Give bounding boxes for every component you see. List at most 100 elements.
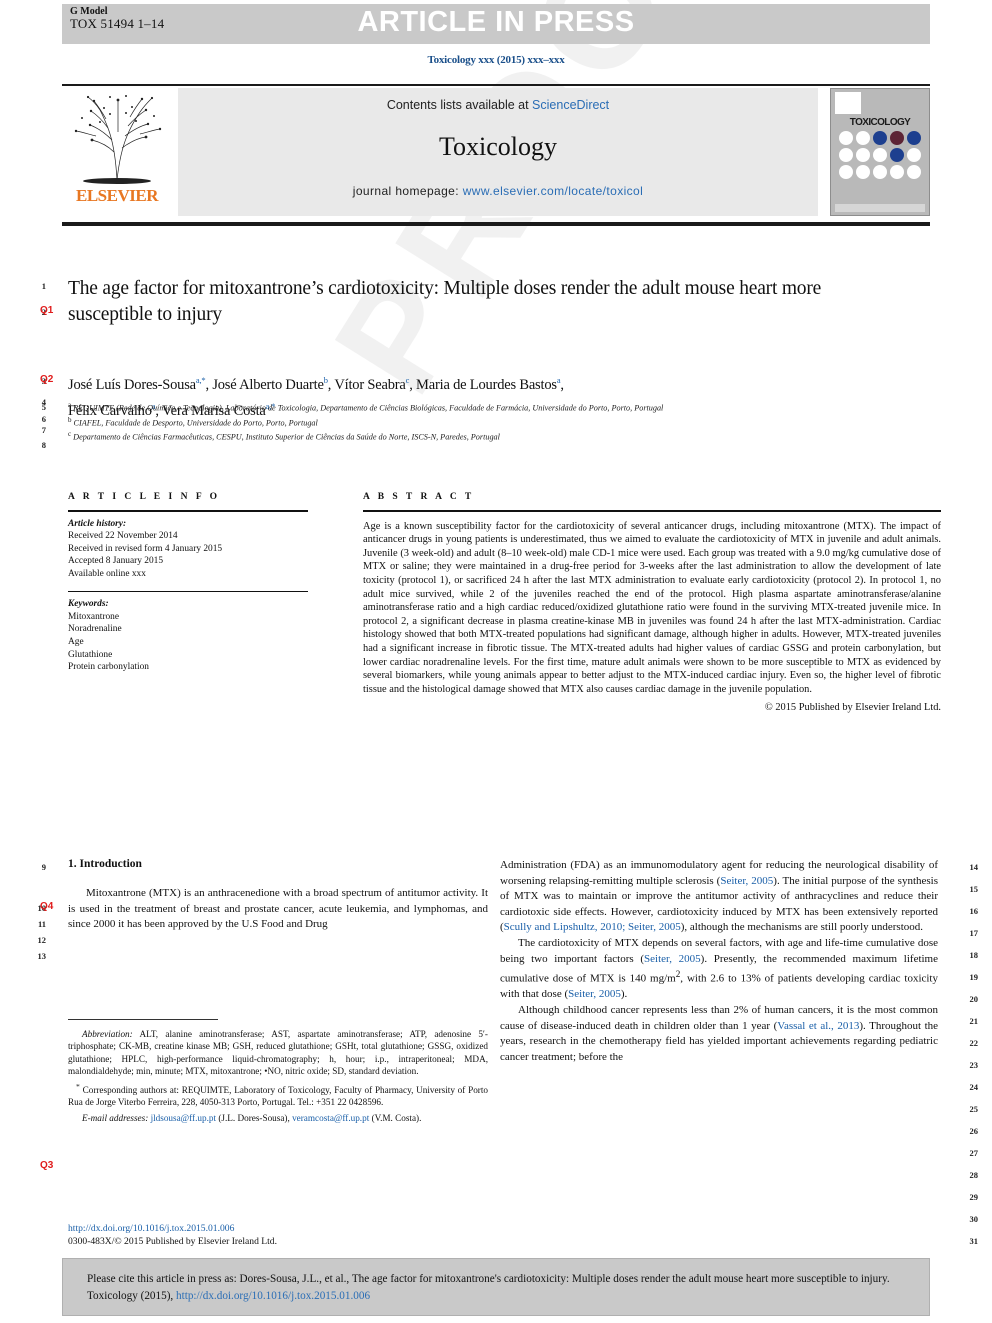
cover-dot — [856, 131, 870, 145]
corresponding-author-text: Corresponding authors at: REQUIMTE, Labo… — [68, 1084, 489, 1108]
line-number: 27 — [969, 1148, 979, 1158]
affiliation-label: a — [68, 401, 72, 409]
author-name: , José Alberto Duarte — [205, 376, 324, 393]
line-number: 21 — [969, 1016, 979, 1026]
email-note: E-mail addresses: jldsousa@ff.up.pt (J.L… — [68, 1112, 488, 1124]
author-name: José Luís Dores-Sousa — [68, 376, 196, 393]
body-right-column: Administration (FDA) as an immunomodulat… — [500, 858, 938, 1065]
keyword-item: Age — [68, 636, 84, 647]
query-marker-q4[interactable]: Q4 — [40, 901, 53, 912]
citation-link[interactable]: Seiter, 2005 — [644, 953, 701, 965]
keywords-label: Keywords: — [68, 599, 109, 610]
abstract-copyright: © 2015 Published by Elsevier Ireland Ltd… — [764, 702, 941, 714]
cover-dot — [890, 131, 904, 145]
line-number: 11 — [37, 919, 46, 929]
cover-dot — [873, 148, 887, 162]
line-number: 14 — [969, 862, 979, 872]
email-label: E-mail addresses: — [82, 1112, 149, 1123]
query-marker-q1[interactable]: Q1 — [40, 305, 53, 316]
line-number: 26 — [969, 1126, 979, 1136]
line-number: 16 — [969, 906, 979, 916]
line-number: 30 — [969, 1214, 979, 1224]
journal-cover-thumbnail: TOXICOLOGY — [830, 88, 930, 216]
cover-dot — [839, 165, 853, 179]
article-in-press-band: ARTICLE IN PRESS — [62, 4, 930, 44]
line-number: 1 — [41, 281, 46, 291]
doi-link[interactable]: http://dx.doi.org/10.1016/j.tox.2015.01.… — [68, 1222, 488, 1235]
cover-dot — [873, 165, 887, 179]
keyword-item: Protein carbonylation — [68, 662, 149, 673]
cite-doi-link[interactable]: http://dx.doi.org/10.1016/j.tox.2015.01.… — [176, 1290, 370, 1302]
affiliation-label: c — [68, 430, 72, 439]
masthead-top-rule — [62, 84, 930, 86]
cover-footer-bar — [835, 204, 925, 212]
abstract-text: Age is a known susceptibility factor for… — [363, 520, 941, 695]
history-item: Accepted 8 January 2015 — [68, 556, 164, 567]
history-item: Received 22 November 2014 — [68, 531, 178, 542]
abstract-heading: A B S T R A C T — [363, 492, 475, 502]
journal-homepage-link[interactable]: www.elsevier.com/locate/toxicol — [463, 184, 643, 198]
query-marker-q3[interactable]: Q3 — [40, 1160, 53, 1171]
line-number: 24 — [969, 1082, 979, 1092]
footnote-block: Abbreviation: ALT, alanine aminotransfer… — [68, 1028, 488, 1124]
email-owner-2: (V.M. Costa). — [371, 1112, 422, 1123]
elsevier-logo: ELSEVIER — [62, 88, 172, 216]
journal-homepage-line: journal homepage: www.elsevier.com/locat… — [178, 184, 818, 198]
intro-paragraph-2: The cardiotoxicity of MTX depends on sev… — [500, 936, 939, 1001]
article-info-column: A R T I C L E I N F O Article history: R… — [68, 492, 308, 674]
asterisk-marker: * — [76, 1081, 80, 1091]
divider — [68, 510, 308, 512]
g-model-block: G Model TOX 51494 1–14 — [70, 6, 164, 30]
history-item: Received in revised form 4 January 2015 — [68, 543, 223, 554]
masthead-bottom-rule — [62, 222, 930, 226]
line-number: 17 — [969, 928, 979, 938]
sciencedirect-link[interactable]: ScienceDirect — [532, 98, 609, 112]
journal-citation: Toxicology xxx (2015) xxx–xxx — [427, 54, 565, 66]
line-number: 28 — [969, 1170, 979, 1180]
cover-dot-row — [837, 148, 923, 162]
line-number: 13 — [37, 951, 47, 961]
line-number: 23 — [969, 1060, 979, 1070]
line-number: 18 — [969, 950, 979, 960]
cover-dot — [890, 148, 904, 162]
citation-link[interactable]: Vassal et al., 2013 — [777, 1020, 859, 1032]
cover-journal-title: TOXICOLOGY — [849, 117, 911, 128]
article-first-page: PROOF ARTICLE IN PRESS G Model TOX 51494… — [0, 0, 992, 1323]
citation-link[interactable]: Seiter, 2005 — [720, 875, 773, 887]
article-info-heading: A R T I C L E I N F O — [68, 492, 221, 502]
cover-dot — [873, 131, 887, 145]
article-history-block: Article history: Received 22 November 20… — [68, 518, 308, 581]
intro-paragraph-1: Mitoxantrone (MTX) is an anthracenedione… — [68, 887, 488, 931]
history-item: Available online xxx — [68, 568, 146, 579]
line-number: 6 — [41, 414, 46, 424]
elsevier-wordmark: ELSEVIER — [76, 186, 158, 205]
citation-link[interactable]: Seiter, 2005 — [568, 988, 621, 1000]
abstract-column: A B S T R A C T Age is a known susceptib… — [363, 492, 941, 715]
line-number: 19 — [969, 972, 979, 982]
author-name: , Vítor Seabra — [327, 376, 406, 393]
footnote-rule — [68, 1019, 218, 1020]
email-link-2[interactable]: veramcosta@ff.up.pt — [292, 1113, 369, 1123]
homepage-prefix: journal homepage: — [352, 184, 463, 198]
email-link-1[interactable]: jldsousa@ff.up.pt — [151, 1113, 216, 1123]
query-marker-q2[interactable]: Q2 — [40, 374, 53, 385]
keyword-item: Noradrenaline — [68, 624, 122, 635]
cover-dot — [856, 165, 870, 179]
line-number: 15 — [969, 884, 979, 894]
intro-paragraph-3: Although childhood cancer represents les… — [500, 1004, 939, 1063]
email-owner-1: (J.L. Dores-Sousa), — [216, 1112, 293, 1123]
section-heading-introduction: 1. Introduction — [68, 858, 142, 870]
citation-link[interactable]: Scully and Lipshultz, 2010; Seiter, 2005 — [504, 921, 681, 933]
contents-prefix: Contents lists available at — [386, 98, 533, 112]
journal-masthead: ELSEVIER Contents lists available at Sci… — [62, 88, 930, 216]
affiliation-text: REQUIMTE (Rede de Química e Tecnologia),… — [73, 403, 664, 413]
body-left-column: 1. Introduction Mitoxantrone (MTX) is an… — [68, 858, 488, 933]
line-number: 9 — [41, 862, 46, 872]
page-title: The age factor for mitoxantrone’s cardio… — [68, 278, 822, 325]
elsevier-tree-icon — [74, 95, 162, 184]
cover-dot — [890, 165, 904, 179]
cover-dot — [907, 165, 921, 179]
keyword-item: Glutathione — [68, 649, 113, 660]
divider — [363, 510, 941, 512]
affiliation-item: c Departamento de Ciências Farmacêuticas… — [68, 429, 878, 444]
